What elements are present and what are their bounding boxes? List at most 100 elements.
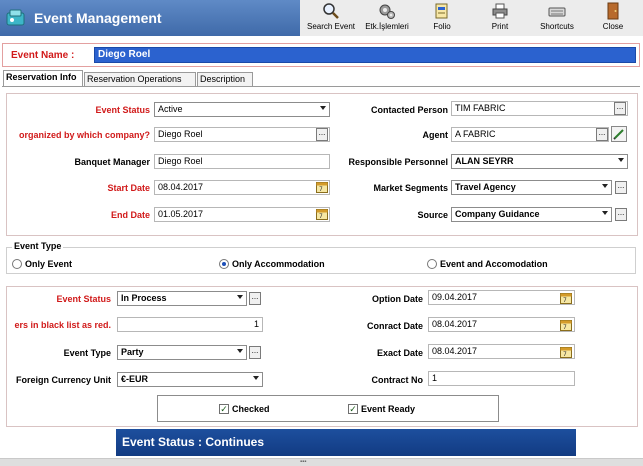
only-event-radio[interactable] (12, 259, 22, 269)
tab-description[interactable]: Description (197, 72, 253, 86)
close-button[interactable]: Close (593, 2, 633, 34)
organized-by-lookup-button[interactable]: ... (316, 128, 328, 141)
event-status-banner-text: Event Status : Continues (122, 435, 265, 449)
folio-icon (435, 3, 448, 19)
chevron-down-icon (602, 184, 608, 188)
event-status-2-select[interactable]: In Process (117, 291, 247, 306)
agent-label: Agent (422, 130, 449, 140)
event-type-lookup-button[interactable]: ... (249, 346, 261, 359)
currency-value: €-EUR (121, 374, 149, 384)
event-status-2-label: Event Status (56, 294, 111, 304)
splitter-grip-icon[interactable]: ▪▪▪ (300, 459, 306, 465)
event-ready-label[interactable]: Event Ready (361, 404, 415, 414)
currency-select[interactable]: €-EUR (117, 372, 263, 387)
contacted-person-input[interactable]: TIM FABRIC (451, 101, 628, 116)
etk-islemleri-button[interactable]: Etk.İşlemleri (360, 2, 414, 34)
calendar-icon[interactable]: 7 (316, 208, 328, 220)
only-accommodation-label[interactable]: Only Accommodation (232, 259, 325, 269)
svg-text:7: 7 (563, 351, 567, 358)
source-lookup-button[interactable]: ... (615, 208, 627, 221)
bottom-splitter[interactable] (0, 458, 643, 466)
start-date-input[interactable]: 08.04.2017 (154, 180, 330, 195)
tab-reservation-operations[interactable]: Reservation Operations (84, 72, 196, 86)
app-icon (6, 9, 25, 26)
end-date-label: End Date (110, 210, 150, 220)
calendar-icon[interactable]: 7 (316, 181, 328, 193)
door-exit-icon (607, 2, 619, 20)
event-status-2-value: In Process (121, 293, 167, 303)
search-icon (323, 3, 339, 19)
search-event-label: Search Event (306, 22, 356, 31)
contacted-person-lookup-button[interactable]: ... (614, 102, 626, 115)
checked-label[interactable]: Checked (232, 404, 270, 414)
contract-no-input[interactable]: 1 (428, 371, 575, 386)
agent-input[interactable]: A FABRIC (451, 127, 609, 142)
option-date-label: Option Date (372, 294, 423, 304)
event-and-accommodation-label[interactable]: Event and Accomodation (440, 259, 548, 269)
exact-date-input[interactable]: 08.04.2017 (428, 344, 575, 359)
chevron-down-icon (618, 158, 624, 162)
contract-date-value: 08.04.2017 (432, 319, 478, 329)
market-segments-select[interactable]: Travel Agency (451, 180, 612, 195)
contract-date-label: Conract Date (366, 321, 423, 331)
only-event-label[interactable]: Only Event (25, 259, 72, 269)
end-date-value: 01.05.2017 (158, 209, 204, 219)
contract-date-input[interactable]: 08.04.2017 (428, 317, 575, 332)
event-status-lookup-button[interactable]: ... (249, 292, 261, 305)
calendar-icon[interactable]: 7 (560, 319, 572, 331)
tab-reservation-info[interactable]: Reservation Info (3, 70, 83, 86)
banquet-manager-input[interactable]: Diego Roel (154, 154, 330, 169)
event-and-accommodation-radio[interactable] (427, 259, 437, 269)
print-button[interactable]: Print (480, 2, 520, 34)
event-status-banner: Event Status : Continues (116, 429, 576, 456)
start-date-value: 08.04.2017 (158, 182, 204, 192)
only-accommodation-radio[interactable] (219, 259, 229, 269)
source-select[interactable]: Company Guidance (451, 207, 612, 222)
event-ready-checkbox[interactable]: ✓ (348, 404, 358, 414)
black-list-input[interactable]: 1 (117, 317, 263, 332)
print-label: Print (491, 22, 509, 31)
folio-label: Folio (433, 22, 451, 31)
gears-icon (379, 4, 395, 19)
option-date-input[interactable]: 09.04.2017 (428, 290, 575, 305)
responsible-personnel-select[interactable]: ALAN SEYRR (451, 154, 628, 169)
etk-islemleri-label: Etk.İşlemleri (365, 22, 409, 31)
keyboard-icon (548, 7, 566, 17)
toolbar: Search Event Etk.İşlemleri Folio Print S… (300, 0, 643, 36)
event-status-select[interactable]: Active (154, 102, 330, 117)
folio-button[interactable]: Folio (422, 2, 462, 34)
checked-checkbox[interactable]: ✓ (219, 404, 229, 414)
event-name-row: Event Name : Diego Roel (2, 43, 640, 67)
shortcuts-button[interactable]: Shortcuts (532, 2, 582, 34)
calendar-icon[interactable]: 7 (560, 346, 572, 358)
market-segments-value: Travel Agency (455, 182, 516, 192)
black-list-value: 1 (253, 319, 259, 329)
chevron-down-icon (253, 376, 259, 380)
black-list-label: ers in black list as red. (14, 320, 111, 330)
banquet-manager-label: Banquet Manager (74, 157, 150, 167)
market-segments-label: Market Segments (373, 183, 448, 193)
event-type-select[interactable]: Party (117, 345, 247, 360)
agent-value: A FABRIC (455, 129, 496, 139)
agent-lookup-button[interactable]: ... (596, 128, 608, 141)
event-name-input[interactable]: Diego Roel (94, 47, 636, 63)
contacted-person-value: TIM FABRIC (455, 103, 506, 113)
event-type-value: Party (121, 347, 144, 357)
contract-no-value: 1 (432, 373, 438, 383)
title-wrap: Event Management (6, 7, 162, 29)
event-status-value: Active (158, 104, 183, 114)
option-date-value: 09.04.2017 (432, 292, 478, 302)
checks-group (157, 395, 499, 422)
event-type-title: Event Type (12, 241, 64, 251)
calendar-icon[interactable]: 7 (560, 292, 572, 304)
source-label: Source (417, 210, 448, 220)
chevron-down-icon (237, 349, 243, 353)
start-date-label: Start Date (107, 183, 150, 193)
search-event-button[interactable]: Search Event (302, 2, 360, 34)
organized-by-input[interactable]: Diego Roel (154, 127, 330, 142)
end-date-input[interactable]: 01.05.2017 (154, 207, 330, 222)
pencil-edit-icon[interactable] (611, 126, 627, 142)
banquet-manager-value: Diego Roel (158, 156, 203, 166)
chevron-down-icon (602, 211, 608, 215)
market-segments-lookup-button[interactable]: ... (615, 181, 627, 194)
